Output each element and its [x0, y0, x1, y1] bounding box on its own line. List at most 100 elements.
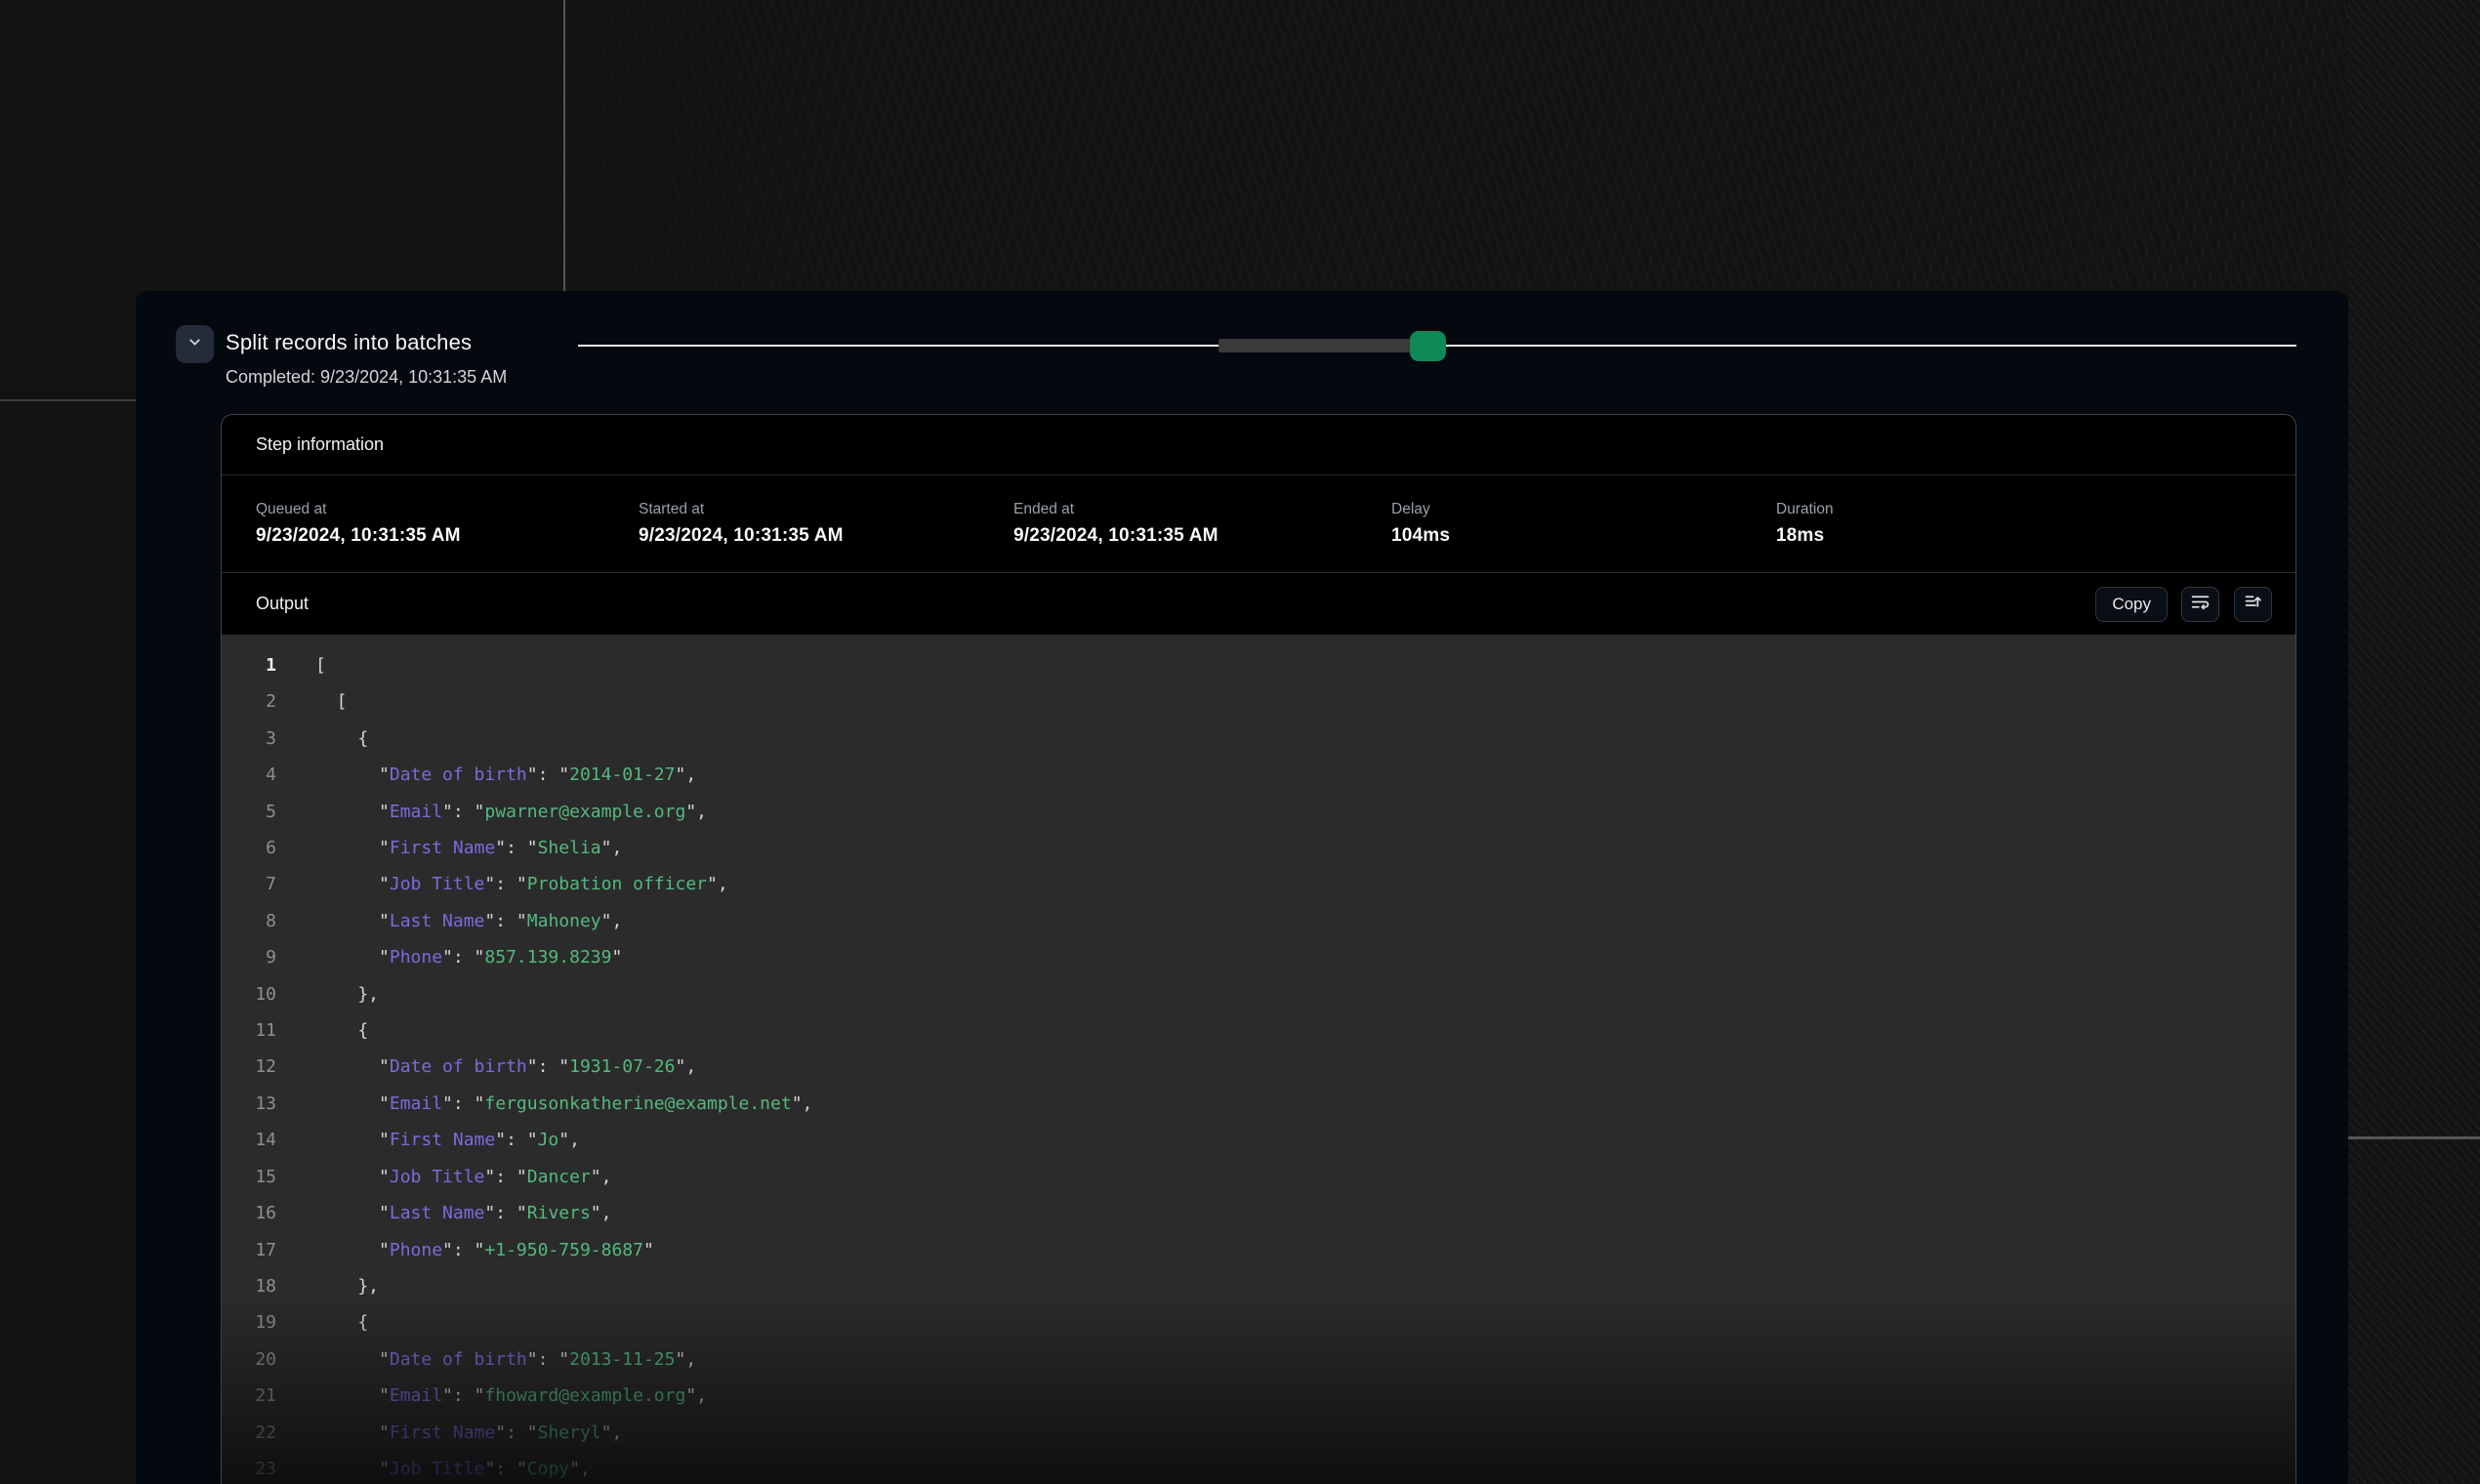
line-number: 5: [222, 794, 276, 830]
code-line: 23 "Job Title": "Copy",: [222, 1451, 2295, 1484]
line-number: 20: [222, 1341, 276, 1378]
code-line: 17 "Phone": "+1-950-759-8687": [222, 1232, 2295, 1268]
code-line: 5 "Email": "pwarner@example.org",: [222, 794, 2295, 830]
info-value: 9/23/2024, 10:31:35 AM: [1013, 525, 1391, 547]
line-number: 8: [222, 903, 276, 939]
output-header: Output Copy: [222, 573, 2295, 635]
timeline-handle[interactable]: [1410, 331, 1446, 361]
info-value: 104ms: [1391, 525, 1776, 547]
line-number: 23: [222, 1451, 276, 1484]
line-content: "Job Title": "Copy",: [315, 1451, 591, 1484]
line-number: 14: [222, 1122, 276, 1158]
code-line: 2 [: [222, 683, 2295, 720]
wrap-text-button[interactable]: [2181, 587, 2219, 622]
timeline-range-bar[interactable]: [1219, 339, 1424, 352]
output-title: Output: [256, 594, 2095, 614]
line-content: {: [315, 1012, 368, 1049]
line-content: "First Name": "Sheryl",: [315, 1415, 622, 1451]
info-field: Queued at 9/23/2024, 10:31:35 AM: [256, 501, 639, 547]
background-vertical-line: [563, 0, 565, 291]
step-title: Split records into batches: [226, 330, 472, 355]
line-number: 11: [222, 1012, 276, 1049]
info-value: 9/23/2024, 10:31:35 AM: [639, 525, 1013, 547]
line-content: "Date of birth": "2013-11-25",: [315, 1341, 696, 1378]
info-label: Delay: [1391, 501, 1776, 518]
code-line: 9 "Phone": "857.139.8239": [222, 939, 2295, 975]
code-line: 14 "First Name": "Jo",: [222, 1122, 2295, 1158]
code-line: 3 {: [222, 721, 2295, 757]
scroll-to-top-icon: [2243, 592, 2263, 617]
line-number: 12: [222, 1049, 276, 1085]
line-number: 4: [222, 757, 276, 793]
step-information-title: Step information: [256, 434, 384, 455]
line-content: "First Name": "Shelia",: [315, 830, 622, 866]
info-label: Queued at: [256, 501, 639, 518]
code-line: 22 "First Name": "Sheryl",: [222, 1415, 2295, 1451]
code-line: 18 },: [222, 1268, 2295, 1304]
code-line: 7 "Job Title": "Probation officer",: [222, 866, 2295, 902]
copy-button[interactable]: Copy: [2095, 587, 2168, 622]
info-field: Started at 9/23/2024, 10:31:35 AM: [639, 501, 1013, 547]
background-hairline-right: [2348, 1136, 2480, 1139]
line-content: "Job Title": "Dancer",: [315, 1159, 611, 1195]
code-line: 8 "Last Name": "Mahoney",: [222, 903, 2295, 939]
code-line: 12 "Date of birth": "1931-07-26",: [222, 1049, 2295, 1085]
output-code-viewer[interactable]: 1 [ 2 [ 3 { 4 "Date of birth": "2014-01-…: [222, 635, 2295, 1484]
line-number: 9: [222, 939, 276, 975]
line-number: 7: [222, 866, 276, 902]
info-label: Ended at: [1013, 501, 1391, 518]
step-status-line: Completed: 9/23/2024, 10:31:35 AM: [226, 367, 507, 388]
info-field: Delay 104ms: [1391, 501, 1776, 547]
line-content: "Phone": "+1-950-759-8687": [315, 1232, 654, 1268]
line-number: 13: [222, 1086, 276, 1122]
line-content: "Phone": "857.139.8239": [315, 939, 622, 975]
line-number: 19: [222, 1304, 276, 1340]
line-content: },: [315, 976, 379, 1012]
background-hairline-left: [0, 399, 136, 401]
line-content: {: [315, 1304, 368, 1340]
line-content: "Job Title": "Probation officer",: [315, 866, 728, 902]
code-line: 4 "Date of birth": "2014-01-27",: [222, 757, 2295, 793]
code-line: 21 "Email": "fhoward@example.org",: [222, 1378, 2295, 1414]
info-field: Duration 18ms: [1776, 501, 2295, 547]
scroll-to-top-button[interactable]: [2234, 587, 2272, 622]
line-content: "Last Name": "Rivers",: [315, 1195, 611, 1231]
line-number: 1: [222, 647, 276, 683]
code-line: 11 {: [222, 1012, 2295, 1049]
line-content: "First Name": "Jo",: [315, 1122, 580, 1158]
background-texture-top: [293, 0, 2348, 291]
code-line: 13 "Email": "fergusonkatherine@example.n…: [222, 1086, 2295, 1122]
line-number: 22: [222, 1415, 276, 1451]
info-value: 9/23/2024, 10:31:35 AM: [256, 525, 639, 547]
step-info-row: Queued at 9/23/2024, 10:31:35 AM Started…: [222, 475, 2295, 573]
info-field: Ended at 9/23/2024, 10:31:35 AM: [1013, 501, 1391, 547]
code-line: 10 },: [222, 976, 2295, 1012]
line-number: 10: [222, 976, 276, 1012]
chevron-down-icon: [186, 334, 203, 355]
line-number: 16: [222, 1195, 276, 1231]
line-content: {: [315, 721, 368, 757]
line-number: 3: [222, 721, 276, 757]
line-content: "Date of birth": "2014-01-27",: [315, 757, 696, 793]
code-line: 19 {: [222, 1304, 2295, 1340]
code-line: 20 "Date of birth": "2013-11-25",: [222, 1341, 2295, 1378]
step-information-header: Step information: [222, 415, 2295, 475]
step-detail-panel: Split records into batches Completed: 9/…: [136, 291, 2348, 1484]
code-line: 6 "First Name": "Shelia",: [222, 830, 2295, 866]
code-line: 15 "Job Title": "Dancer",: [222, 1159, 2295, 1195]
info-label: Started at: [639, 501, 1013, 518]
line-number: 21: [222, 1378, 276, 1414]
code-line: 1 [: [222, 647, 2295, 683]
line-content: "Last Name": "Mahoney",: [315, 903, 622, 939]
line-content: },: [315, 1268, 379, 1304]
info-label: Duration: [1776, 501, 2295, 518]
line-content: "Email": "pwarner@example.org",: [315, 794, 707, 830]
line-content: "Email": "fergusonkatherine@example.net"…: [315, 1086, 812, 1122]
line-number: 6: [222, 830, 276, 866]
step-information-card: Step information Queued at 9/23/2024, 10…: [221, 414, 2296, 1484]
line-number: 15: [222, 1159, 276, 1195]
line-number: 18: [222, 1268, 276, 1304]
line-content: "Email": "fhoward@example.org",: [315, 1378, 707, 1414]
step-collapse-button[interactable]: [176, 325, 214, 363]
wrap-text-icon: [2190, 592, 2211, 617]
